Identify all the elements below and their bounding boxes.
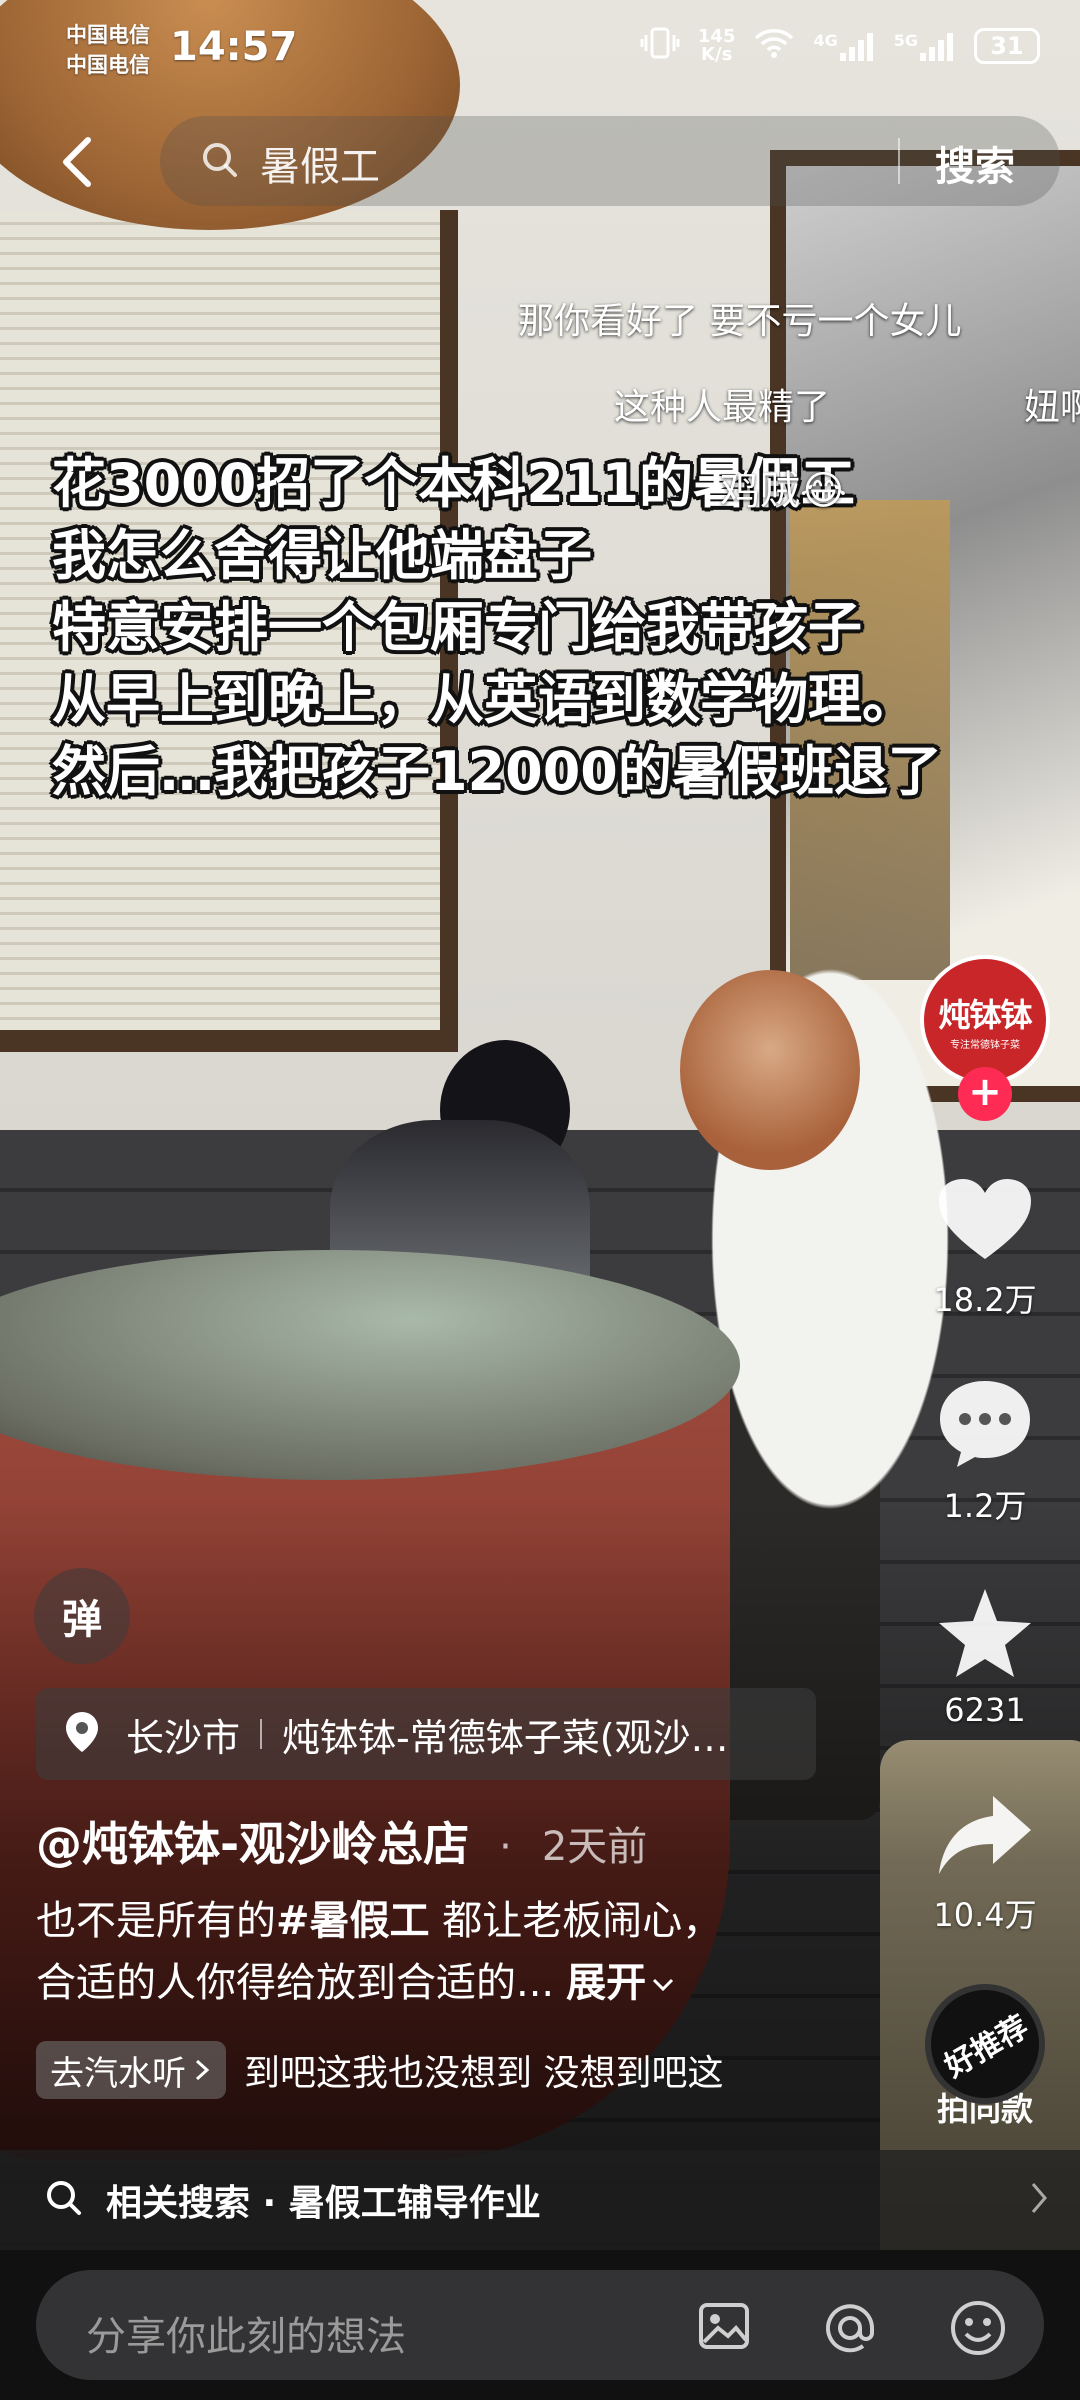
related-search-bar[interactable]: 相关搜索 · 暑假工辅导作业 xyxy=(0,2150,1080,2250)
chevron-right-icon xyxy=(1028,2180,1050,2220)
back-arrow-icon xyxy=(63,137,91,187)
vibrate-icon xyxy=(640,26,680,65)
net-speed-unit: K/s xyxy=(701,43,733,65)
battery-icon: 31 xyxy=(974,27,1040,64)
post-separator: · xyxy=(499,1824,512,1870)
back-button[interactable] xyxy=(50,132,110,192)
location-tag[interactable]: 长沙市 炖钵钵-常德钵子菜(观沙… xyxy=(36,1688,816,1780)
video-caption: 花3000招了个本科211的暑假工 我怎么舍得让他端盘子 特意安排一个包厢专门给… xyxy=(52,448,1080,808)
location-city: 长沙市 xyxy=(126,1715,241,1760)
favorite-count: 6231 xyxy=(944,1691,1026,1729)
description-line-2: 合适的人你得给放到合适的... 展开 xyxy=(36,1952,796,2014)
description-line-1: 也不是所有的#暑假工 都让老板闹心， xyxy=(36,1890,796,1952)
image-icon[interactable] xyxy=(696,2298,752,2358)
avatar-slogan: 专注常德钵子菜 xyxy=(950,1039,1020,1051)
comment-input[interactable]: 分享你此刻的想法 xyxy=(36,2270,1044,2380)
description-text: 合适的人你得给放到合适的... xyxy=(36,1960,555,2006)
search-button[interactable]: 搜索 xyxy=(935,134,1015,192)
status-time: 14:57 xyxy=(170,24,298,70)
search-box[interactable]: 暑假工 搜索 xyxy=(160,116,1060,206)
caption-line: 我怎么舍得让他端盘子 xyxy=(52,524,592,587)
danmaku-item[interactable]: 妞啊 xyxy=(1024,378,1080,430)
same-style-button[interactable]: 好推荐 拍同款 xyxy=(903,1962,1067,2130)
mention-icon[interactable] xyxy=(820,2298,880,2362)
music-app-chip[interactable]: 去汽水听 xyxy=(36,2041,226,2099)
share-count: 10.4万 xyxy=(933,1896,1037,1934)
share-button[interactable]: 10.4万 xyxy=(920,1790,1050,1936)
wifi-icon xyxy=(753,26,795,65)
location-pin-icon xyxy=(64,1710,100,1758)
search-icon xyxy=(44,2178,84,2222)
chevron-down-icon xyxy=(653,1978,674,1992)
signal-bars-icon xyxy=(920,32,953,61)
comment-bar: 分享你此刻的想法 xyxy=(0,2250,1080,2400)
expand-button[interactable]: 展开 xyxy=(566,1960,676,2006)
caption-line: 从早上到晚上，从英语到数学物理。 xyxy=(52,668,916,731)
status-icons: 145 K/s 4G 5G 31 xyxy=(640,26,1040,65)
signal-bars-icon xyxy=(839,32,873,61)
avatar-brand: 炖钵钵 xyxy=(938,995,1032,1034)
net-speed-value: 145 xyxy=(697,25,736,47)
boy-head xyxy=(680,970,860,1170)
comment-button[interactable]: 1.2万 xyxy=(920,1375,1050,1527)
music-title[interactable]: 到吧这我也没想到 没想到吧这 xyxy=(244,2044,723,2096)
chevron-right-icon xyxy=(195,2059,210,2081)
search-icon xyxy=(200,140,240,184)
location-divider xyxy=(260,1719,263,1749)
hashtag-link[interactable]: #暑假工 xyxy=(276,1898,430,1944)
danmaku-toggle[interactable]: 弹 xyxy=(34,1568,130,1664)
music-chip-label: 去汽水听 xyxy=(50,2053,186,2094)
danmaku-item[interactable]: 这种人最精了 xyxy=(614,378,830,430)
post-time: 2天前 xyxy=(541,1824,648,1870)
emoji-icon[interactable] xyxy=(948,2298,1008,2362)
creator-avatar[interactable]: 炖钵钵 专注常德钵子菜 xyxy=(920,955,1050,1085)
video-description[interactable]: 也不是所有的#暑假工 都让老板闹心， 合适的人你得给放到合适的... 展开 xyxy=(36,1890,796,2014)
danmaku-item[interactable]: 鸡贼😂 xyxy=(720,458,847,516)
signal-4g: 4G xyxy=(813,31,875,61)
favorite-button[interactable]: 6231 xyxy=(920,1585,1050,1729)
description-text: 也不是所有的 xyxy=(36,1898,276,1944)
video-page[interactable]: 中国电信 中国电信 14:57 145 K/s 4G 5G 31 暑假工 搜索 … xyxy=(0,0,1080,2400)
music-row: 去汽水听 到吧这我也没想到 没想到吧这 xyxy=(36,2040,723,2100)
expand-label: 展开 xyxy=(566,1960,647,2006)
signal-4g-label: 4G xyxy=(813,30,838,50)
like-button[interactable]: 18.2万 xyxy=(920,1175,1050,1321)
comment-count: 1.2万 xyxy=(943,1487,1027,1525)
comment-icon xyxy=(940,1381,1030,1467)
net-speed: 145 K/s xyxy=(697,25,736,65)
search-query[interactable]: 暑假工 xyxy=(260,134,380,192)
search-divider xyxy=(898,138,900,184)
carrier-2: 中国电信 xyxy=(66,53,150,77)
related-search-label: 相关搜索 · 暑假工辅导作业 xyxy=(106,2183,541,2224)
status-bar: 中国电信 中国电信 14:57 145 K/s 4G 5G 31 xyxy=(0,0,1080,100)
caption-line: 花3000招了个本科211的暑假工 xyxy=(52,452,856,515)
carrier-1: 中国电信 xyxy=(66,23,150,47)
top-bar: 暑假工 搜索 xyxy=(0,110,1080,216)
share-icon xyxy=(939,1796,1031,1874)
signal-5g: 5G xyxy=(894,31,956,61)
author-name[interactable]: @炖钵钵-观沙岭总店 xyxy=(36,1817,469,1871)
signal-5g-label: 5G xyxy=(893,30,918,50)
like-count: 18.2万 xyxy=(933,1281,1037,1319)
heart-icon xyxy=(939,1179,1031,1259)
carrier-labels: 中国电信 中国电信 xyxy=(66,20,150,80)
follow-button[interactable]: + xyxy=(958,1067,1012,1121)
comment-placeholder: 分享你此刻的想法 xyxy=(86,2314,406,2360)
location-poi: 炖钵钵-常德钵子菜(观沙… xyxy=(282,1715,729,1760)
author-line: @炖钵钵-观沙岭总店 · 2天前 xyxy=(36,1808,647,1874)
caption-line: 特意安排一个包厢专门给我带孩子 xyxy=(52,596,862,659)
caption-line: 然后…我把孩子12000的暑假班退了 xyxy=(52,740,942,803)
description-text: 都让老板闹心， xyxy=(429,1898,723,1944)
danmaku-item[interactable]: 那你看好了 要不亏一个女儿 xyxy=(518,292,961,344)
battery-level: 31 xyxy=(990,31,1024,60)
star-icon xyxy=(939,1589,1031,1677)
